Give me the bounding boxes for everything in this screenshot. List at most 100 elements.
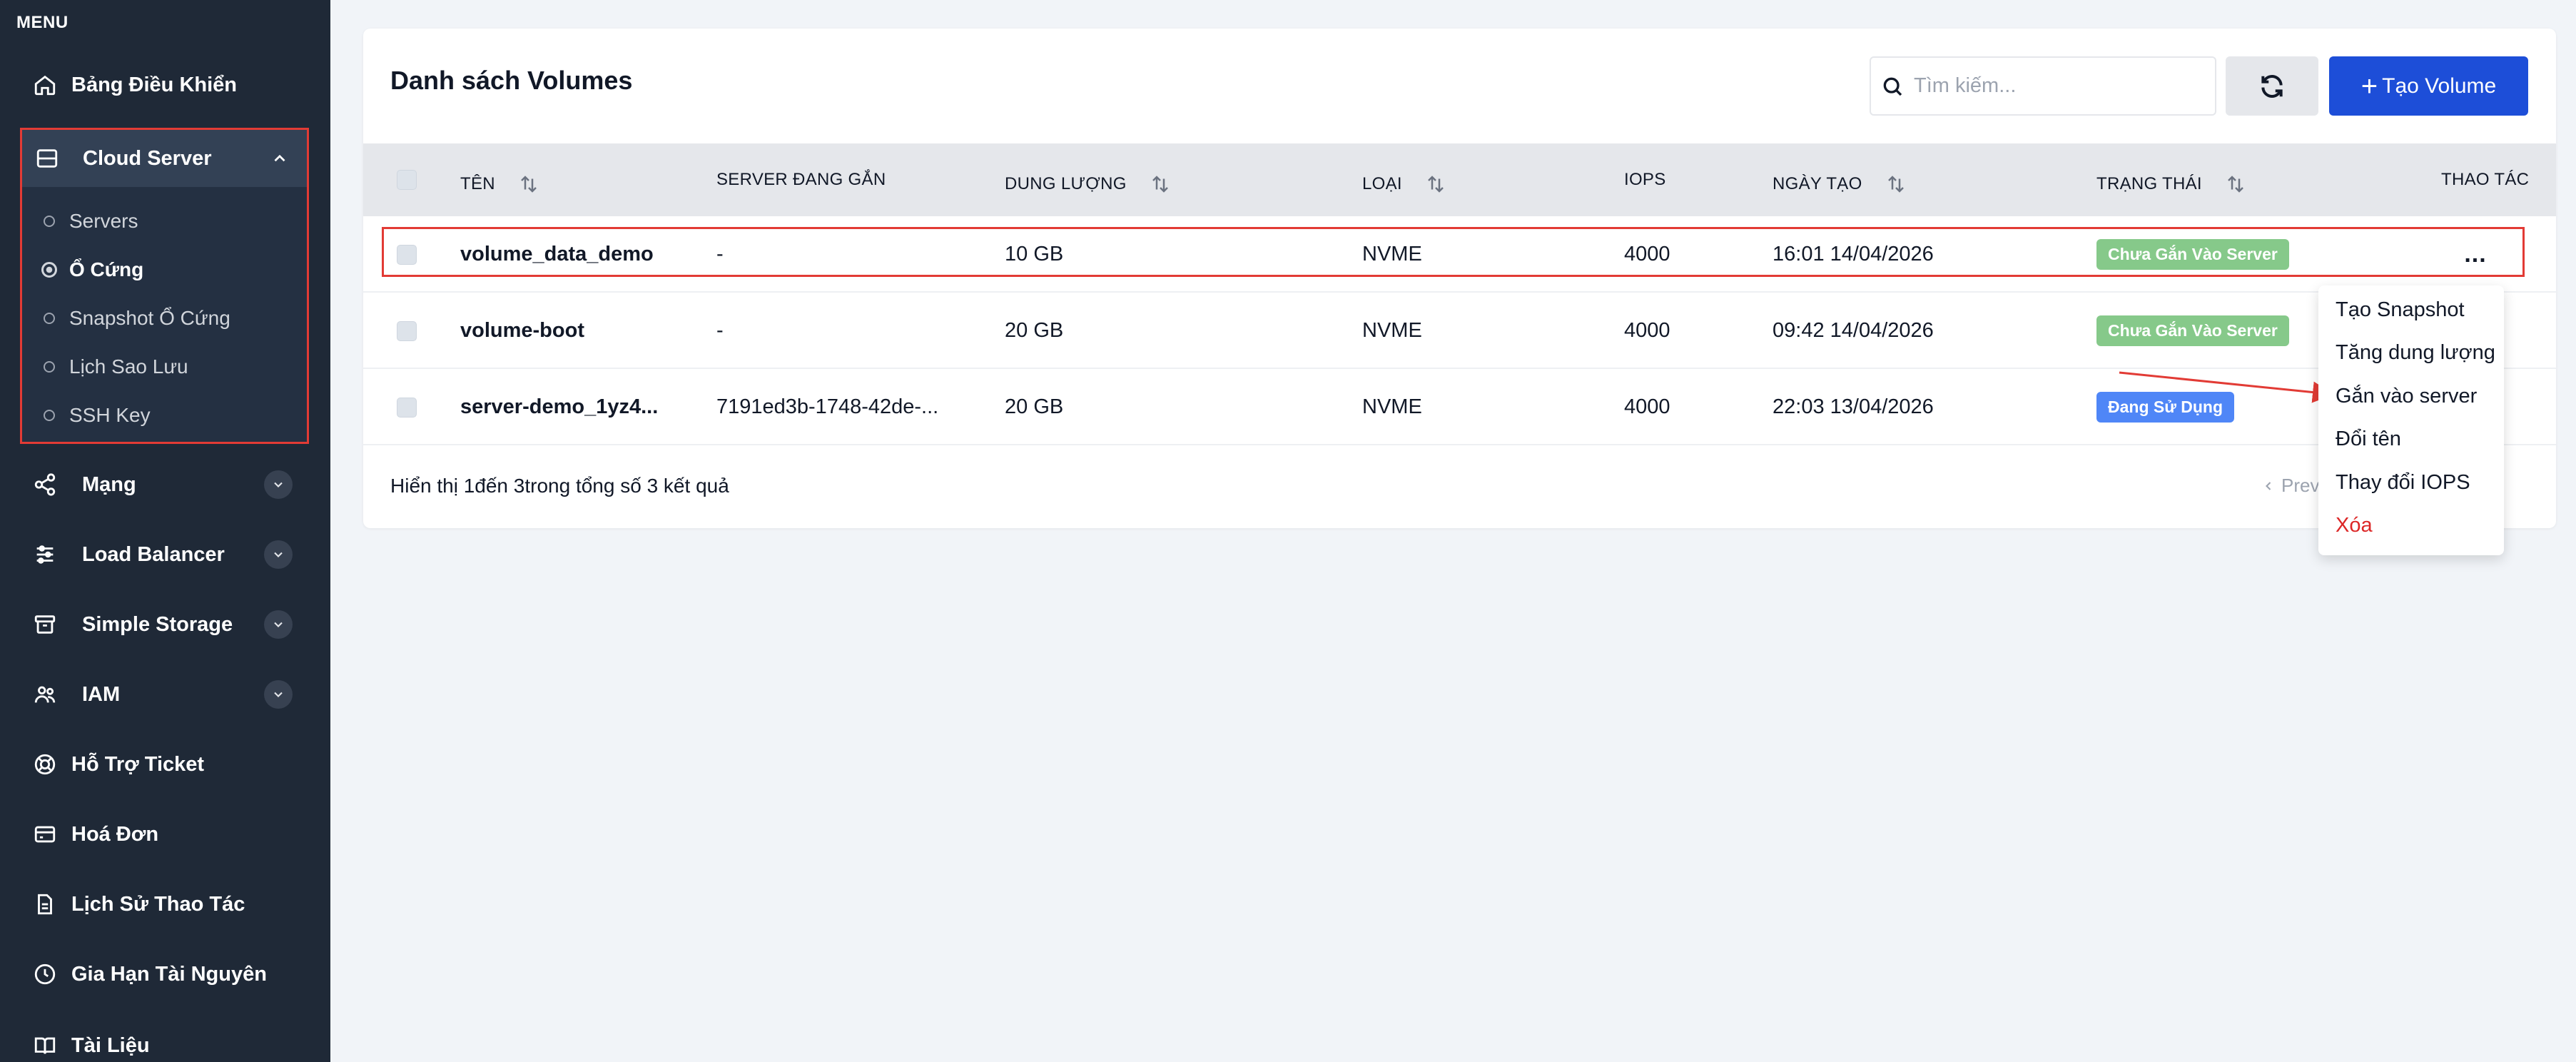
sidebar-item-load-balancer[interactable]: Load Balancer	[0, 520, 330, 590]
sidebar-item-docs[interactable]: Tài Liệu	[0, 1011, 330, 1062]
create-volume-button[interactable]: + Tạo Volume	[2329, 56, 2528, 116]
previous-page-button[interactable]: Previ	[2261, 475, 2323, 497]
volume-created: 22:03 13/04/2026	[1773, 395, 1934, 418]
row-checkbox[interactable]	[397, 245, 417, 265]
volume-iops: 4000	[1624, 319, 1670, 342]
status-cell: Chưa Gắn Vào Server	[2096, 293, 2289, 369]
menu-item-change-iops[interactable]: Thay đổi IOPS	[2336, 471, 2470, 495]
sidebar-subitem-backup-schedule[interactable]: Lịch Sao Lưu	[22, 345, 307, 388]
chevron-down-icon[interactable]	[264, 610, 293, 639]
sidebar-item-label: Tài Liệu	[71, 1033, 150, 1057]
volume-type: NVME	[1362, 395, 1422, 418]
subitem-label: Servers	[69, 210, 138, 232]
sidebar-item-label: Simple Storage	[82, 612, 233, 636]
sliders-icon	[33, 542, 57, 567]
sidebar-item-label: IAM	[82, 682, 121, 706]
volume-created: 09:42 14/04/2026	[1773, 319, 1934, 342]
column-header-name[interactable]: TÊN	[460, 143, 539, 216]
volume-created: 16:01 14/04/2026	[1773, 243, 1934, 266]
column-label: TRẠNG THÁI	[2096, 174, 2202, 193]
credit-card-icon	[33, 822, 57, 846]
clock-icon	[33, 962, 57, 986]
archive-icon	[33, 612, 57, 637]
column-header-iops: IOPS	[1624, 143, 1666, 216]
volume-name[interactable]: volume-boot	[460, 293, 584, 369]
refresh-icon	[2261, 74, 2283, 98]
status-badge: Chưa Gắn Vào Server	[2096, 239, 2289, 270]
home-icon	[33, 73, 57, 97]
chevron-left-icon	[2266, 481, 2271, 490]
menu-item-create-snapshot[interactable]: Tạo Snapshot	[2336, 298, 2465, 322]
sidebar-item-label: Hỗ Trợ Ticket	[71, 752, 205, 776]
column-header-server: SERVER ĐANG GẮN	[716, 143, 886, 216]
lifebuoy-icon	[33, 752, 57, 777]
sidebar-item-simple-storage[interactable]: Simple Storage	[0, 590, 330, 659]
cloud-server-group: Cloud Server Servers Ổ Cứng Snapshot Ổ C…	[20, 128, 309, 444]
sort-icon[interactable]	[518, 173, 539, 195]
search-box[interactable]	[1870, 56, 2216, 116]
subitem-label: Snapshot Ổ Cứng	[69, 307, 230, 329]
sidebar-subitem-snapshots[interactable]: Snapshot Ổ Cứng	[22, 297, 307, 340]
search-input[interactable]	[1914, 74, 2199, 98]
sort-icon[interactable]	[1885, 173, 1907, 195]
create-volume-label: Tạo Volume	[2382, 74, 2497, 98]
volume-name[interactable]: server-demo_1yz4...	[460, 369, 658, 445]
table-header: TÊN SERVER ĐANG GẮN DUNG LƯỢNG LOẠI IOPS…	[363, 143, 2556, 216]
sidebar-item-invoices[interactable]: Hoá Đơn	[0, 799, 330, 869]
column-header-size[interactable]: DUNG LƯỢNG	[1005, 143, 1171, 216]
chevron-down-icon[interactable]	[264, 680, 293, 709]
status-cell: Đang Sử Dụng	[2096, 369, 2235, 445]
circle-icon	[44, 216, 55, 227]
volume-name[interactable]: volume_data_demo	[460, 216, 654, 293]
menu-item-attach-server[interactable]: Gắn vào server	[2336, 385, 2477, 408]
sidebar-item-support-ticket[interactable]: Hỗ Trợ Ticket	[0, 729, 330, 799]
column-header-type[interactable]: LOẠI	[1362, 143, 1446, 216]
sidebar-subitem-volumes[interactable]: Ổ Cứng	[22, 248, 307, 291]
sidebar-item-label: Cloud Server	[83, 146, 212, 170]
server-icon	[35, 146, 59, 171]
column-label: DUNG LƯỢNG	[1005, 174, 1127, 193]
table-row[interactable]: volume_data_demo - 10 GB NVME 4000 16:01…	[363, 216, 2556, 293]
sort-icon[interactable]	[1425, 173, 1446, 195]
sidebar-item-label: Load Balancer	[82, 542, 225, 566]
sidebar-subitem-servers[interactable]: Servers	[22, 200, 307, 243]
sidebar-item-label: Lịch Sử Thao Tác	[71, 892, 245, 916]
column-header-actions: THAO TÁC	[2441, 143, 2529, 216]
menu-item-rename[interactable]: Đổi tên	[2336, 428, 2401, 451]
subitem-label: SSH Key	[69, 404, 151, 426]
row-actions-button[interactable]: ...	[2458, 216, 2493, 293]
sort-icon[interactable]	[1150, 173, 1171, 195]
sidebar-item-renew-resources[interactable]: Gia Hạn Tài Nguyên	[0, 939, 330, 1009]
column-label: SERVER ĐANG GẮN	[716, 170, 886, 189]
column-header-status[interactable]: TRẠNG THÁI	[2096, 143, 2246, 216]
select-all-checkbox[interactable]	[397, 170, 417, 190]
refresh-button[interactable]	[2226, 56, 2318, 116]
volume-size: 20 GB	[1005, 395, 1064, 418]
subitem-label: Ổ Cứng	[69, 258, 144, 280]
chevron-down-icon[interactable]	[264, 470, 293, 499]
sidebar-item-label: Bảng Điều Khiển	[71, 73, 238, 96]
menu-item-increase-size[interactable]: Tăng dung lượng	[2336, 341, 2495, 365]
sidebar-item-network[interactable]: Mạng	[0, 450, 330, 520]
attached-server: -	[716, 319, 724, 342]
row-actions-menu: Tạo Snapshot Tăng dung lượng Gắn vào ser…	[2318, 285, 2504, 555]
table-row[interactable]: volume-boot - 20 GB NVME 4000 09:42 14/0…	[363, 293, 2556, 369]
row-checkbox[interactable]	[397, 398, 417, 418]
circle-icon	[44, 410, 55, 421]
table-row[interactable]: server-demo_1yz4... 7191ed3b-1748-42de-.…	[363, 369, 2556, 445]
chevron-up-icon[interactable]	[270, 149, 289, 168]
row-checkbox[interactable]	[397, 321, 417, 341]
menu-item-delete[interactable]: Xóa	[2336, 514, 2373, 537]
sidebar-item-iam[interactable]: IAM	[0, 659, 330, 729]
sort-icon[interactable]	[2225, 173, 2246, 195]
sidebar-item-dashboard[interactable]: Bảng Điều Khiển	[0, 50, 330, 120]
column-header-created[interactable]: NGÀY TẠO	[1773, 143, 1907, 216]
volumes-card: Danh sách Volumes + Tạo Volume TÊN SERVE…	[363, 29, 2556, 528]
attached-server[interactable]: 7191ed3b-1748-42de-...	[716, 369, 938, 445]
sidebar-item-activity-log[interactable]: Lịch Sử Thao Tác	[0, 869, 330, 939]
sidebar-subitem-ssh-key[interactable]: SSH Key	[22, 394, 307, 437]
status-badge: Chưa Gắn Vào Server	[2096, 315, 2289, 346]
sidebar-item-cloud-server[interactable]: Cloud Server	[22, 130, 307, 187]
page-title: Danh sách Volumes	[390, 66, 633, 95]
chevron-down-icon[interactable]	[264, 540, 293, 569]
